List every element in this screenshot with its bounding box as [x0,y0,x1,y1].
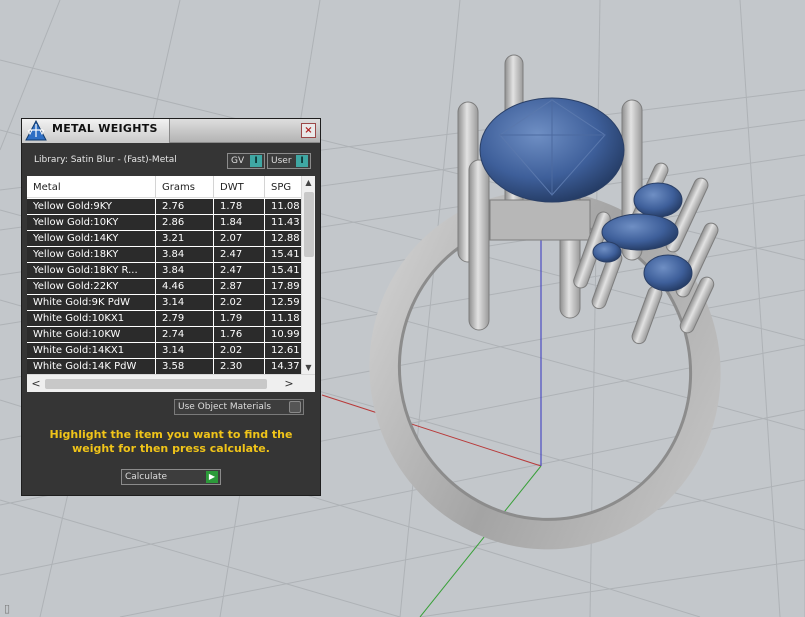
user-toggle-knob-icon: I [296,155,308,167]
cell-grams: 2.79 [156,311,214,326]
cell-dwt: 1.84 [214,215,265,230]
table-header: Metal Grams DWT SPG [27,176,301,198]
gv-toggle-label: GV [231,156,245,166]
cell-grams: 2.86 [156,215,214,230]
table-row[interactable]: Yellow Gold:9KY 2.76 1.78 11.08 [27,199,301,215]
use-object-materials-label: Use Object Materials [178,402,272,412]
column-header-grams[interactable]: Grams [156,176,214,198]
table-row[interactable]: Yellow Gold:18KY 3.84 2.47 15.41 [27,247,301,263]
column-header-spg[interactable]: SPG [265,176,305,198]
cell-spg: 15.41 [271,249,300,260]
cell-spg: 10.99 [271,329,300,340]
table-row[interactable]: Yellow Gold:18KY R... 3.84 2.47 15.41 [27,263,301,279]
cell-dwt: 1.78 [214,199,265,214]
panel-title-tab[interactable]: METAL WEIGHTS [22,119,170,143]
cell-metal: White Gold:14K PdW [27,359,156,374]
vertical-scrollbar[interactable]: ▲ ▼ [301,176,315,374]
cell-metal: Yellow Gold:18KY R... [27,263,156,278]
close-button[interactable]: × [301,123,316,138]
cell-metal: Yellow Gold:10KY [27,215,156,230]
close-icon: × [304,125,313,136]
gv-toggle-knob-icon: I [250,155,262,167]
panel-titlebar[interactable]: METAL WEIGHTS × [22,119,320,143]
gv-toggle[interactable]: GV I [227,153,265,169]
cell-dwt: 2.02 [214,343,265,358]
metal-table: Metal Grams DWT SPG Yellow Gold:9KY 2.76 1… [27,176,315,392]
cell-metal: Yellow Gold:18KY [27,247,156,262]
metal-weights-panel: METAL WEIGHTS × Library: Satin Blur - (F… [21,118,321,496]
table-row[interactable]: Yellow Gold:22KY 4.46 2.87 17.89 [27,279,301,295]
scroll-down-icon[interactable]: ▼ [302,361,315,374]
x-axis-line [321,394,542,467]
table-row[interactable]: Yellow Gold:10KY 2.86 1.84 11.43 [27,215,301,231]
cell-grams: 3.58 [156,359,214,374]
vertical-scroll-thumb[interactable] [304,192,314,257]
cell-spg: 17.89 [271,281,300,292]
table-row[interactable]: White Gold:14KX1 3.14 2.02 12.61 [27,343,301,359]
cell-grams: 3.14 [156,295,214,310]
column-header-dwt[interactable]: DWT [214,176,265,198]
center-gem [479,97,625,203]
cell-dwt: 1.76 [214,327,265,342]
user-toggle-label: User [271,156,292,166]
cell-metal: Yellow Gold:14KY [27,231,156,246]
cell-spg: 11.43 [271,217,300,228]
instruction-text: Highlight the item you want to find the … [49,428,293,455]
cell-dwt: 2.87 [214,279,265,294]
cell-dwt: 2.30 [214,359,265,374]
cell-grams: 3.14 [156,343,214,358]
scroll-right-icon[interactable]: > [281,376,297,392]
user-toggle[interactable]: User I [267,153,311,169]
cell-metal: Yellow Gold:22KY [27,279,156,294]
cell-spg: 12.59 [271,297,300,308]
scroll-up-icon[interactable]: ▲ [302,176,315,189]
cell-dwt: 1.79 [214,311,265,326]
axis-glyph: ▯ [4,602,10,615]
horizontal-scroll-thumb[interactable] [45,379,267,389]
play-icon: ▶ [206,471,218,483]
cell-metal: White Gold:10KX1 [27,311,156,326]
cell-spg: 12.88 [271,233,300,244]
cell-metal: White Gold:14KX1 [27,343,156,358]
table-body: Yellow Gold:9KY 2.76 1.78 11.08 Yellow Gold:… [27,199,301,375]
cell-dwt: 2.07 [214,231,265,246]
cell-metal: White Gold:10KW [27,327,156,342]
table-row[interactable]: White Gold:9K PdW 3.14 2.02 12.59 [27,295,301,311]
cell-grams: 2.76 [156,199,214,214]
use-object-materials-toggle[interactable]: Use Object Materials [174,399,304,415]
cell-grams: 4.46 [156,279,214,294]
table-row[interactable]: White Gold:14K PdW 3.58 2.30 14.37 [27,359,301,375]
cell-dwt: 2.02 [214,295,265,310]
column-header-metal[interactable]: Metal [27,176,156,198]
cell-grams: 3.84 [156,247,214,262]
calculate-button[interactable]: Calculate ▶ [121,469,221,485]
cell-dwt: 2.47 [214,263,265,278]
cell-metal: Yellow Gold:9KY [27,199,156,214]
cell-spg: 11.08 [271,201,300,212]
table-row[interactable]: White Gold:10KW 2.74 1.76 10.99 [27,327,301,343]
cell-grams: 3.21 [156,231,214,246]
cell-metal: White Gold:9K PdW [27,295,156,310]
horizontal-scrollbar[interactable]: < > [27,374,315,392]
cell-spg: 15.41 [271,265,300,276]
cell-spg: 14.37 [271,361,300,372]
cell-spg: 11.18 [271,313,300,324]
calculate-label: Calculate [125,472,168,482]
scale-logo-icon [25,120,47,141]
cell-grams: 3.84 [156,263,214,278]
cell-dwt: 2.47 [214,247,265,262]
panel-title: METAL WEIGHTS [52,122,158,135]
radio-icon [289,401,301,413]
scroll-left-icon[interactable]: < [28,376,44,392]
cell-grams: 2.74 [156,327,214,342]
table-row[interactable]: Yellow Gold:14KY 3.21 2.07 12.88 [27,231,301,247]
library-label: Library: Satin Blur - (Fast)-Metal [34,155,177,165]
table-row[interactable]: White Gold:10KX1 2.79 1.79 11.18 [27,311,301,327]
cell-spg: 12.61 [271,345,300,356]
